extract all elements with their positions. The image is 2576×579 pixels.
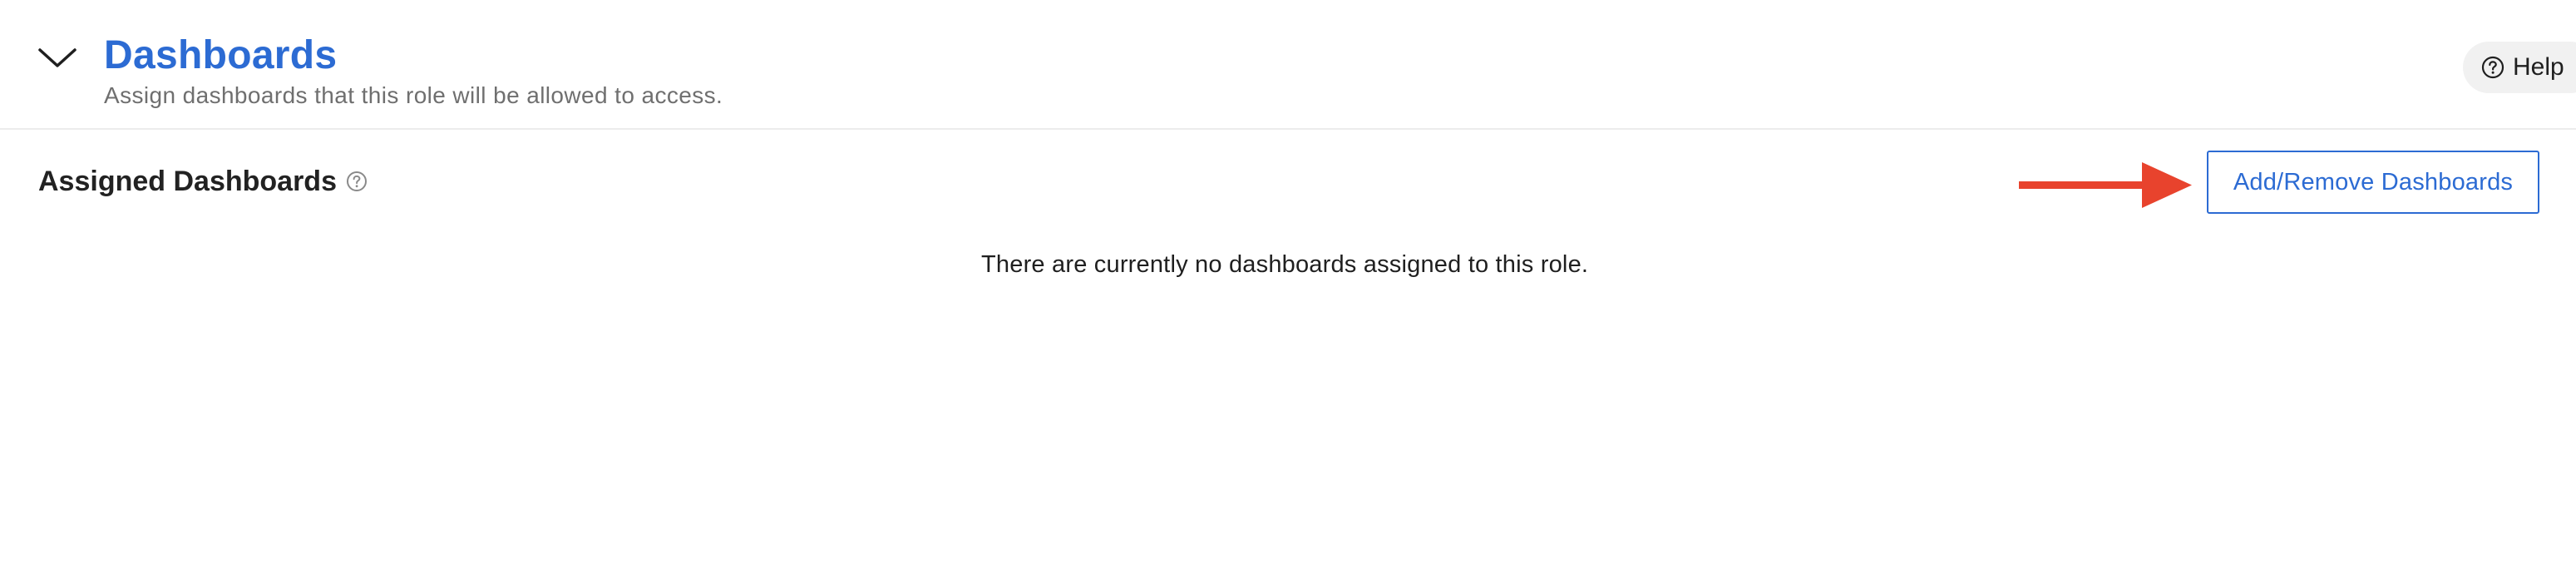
collapse-toggle[interactable] — [33, 42, 81, 75]
question-circle-icon — [2481, 56, 2504, 79]
role-dashboards-page: Dashboards Assign dashboards that this r… — [0, 0, 2576, 579]
dashboards-section-header: Dashboards Assign dashboards that this r… — [0, 0, 2576, 130]
question-circle-icon[interactable] — [345, 170, 368, 193]
empty-state-message: There are currently no dashboards assign… — [981, 251, 1589, 278]
chevron-down-icon — [38, 48, 76, 67]
assigned-dashboards-heading: Assigned Dashboards — [38, 163, 368, 200]
add-remove-dashboards-button[interactable]: Add/Remove Dashboards — [2207, 151, 2539, 214]
help-label: Help — [2513, 53, 2564, 81]
help-button[interactable]: Help — [2463, 42, 2576, 93]
section-subtitle: Assign dashboards that this role will be… — [104, 82, 723, 108]
section-title: Dashboards — [104, 33, 338, 77]
assigned-dashboards-title: Assigned Dashboards — [38, 166, 337, 197]
red-arrow-annotation — [2019, 162, 2192, 208]
